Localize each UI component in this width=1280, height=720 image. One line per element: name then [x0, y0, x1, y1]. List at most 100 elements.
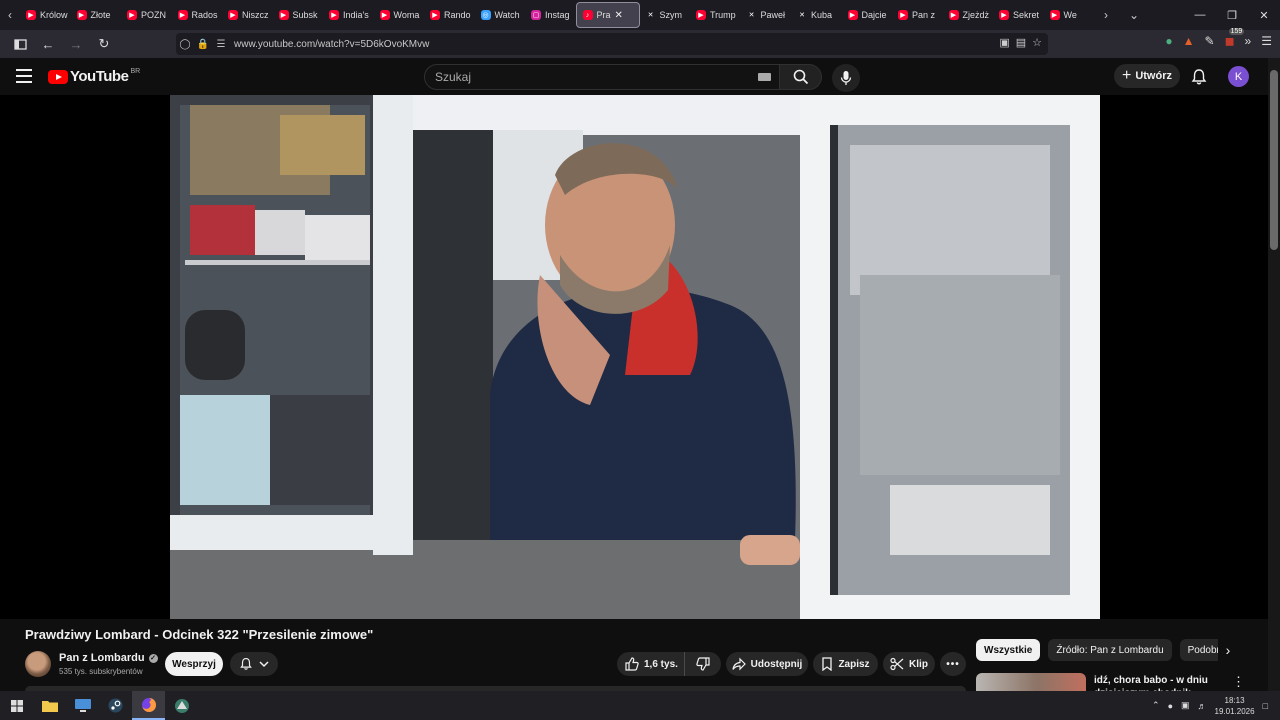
tracking-protection-icon[interactable]: ◯ — [176, 39, 194, 50]
voice-search-button[interactable] — [832, 64, 860, 92]
browser-tab[interactable]: ▶ Woma — [374, 2, 425, 28]
share-button[interactable]: Udostępnij — [726, 652, 808, 676]
notifications-center-icon[interactable]: □ — [1263, 701, 1268, 711]
like-button[interactable]: 1,6 tys. — [617, 652, 685, 676]
browser-tab[interactable]: ✕ Paweł — [741, 2, 792, 28]
browser-tab[interactable]: ▶ Królow — [20, 2, 71, 28]
tab-scroll-left-button[interactable]: ‹ — [0, 0, 20, 30]
bookmark-star-icon[interactable]: ☆ — [1032, 36, 1042, 49]
youtube-favicon-icon: ▶ — [999, 10, 1009, 20]
forward-button[interactable]: → — [64, 32, 88, 56]
tab-label: Zjeżdż — [962, 10, 990, 20]
browser-tab[interactable]: ▶ Dajcie — [842, 2, 893, 28]
youtube-favicon-icon: ▶ — [76, 10, 87, 20]
taskbar-steam[interactable] — [99, 691, 132, 720]
firefox-icon — [141, 697, 156, 712]
taskbar-firefox[interactable] — [132, 691, 165, 720]
recommendation-menu-icon[interactable]: ⋮ — [1232, 674, 1245, 690]
address-bar[interactable]: ◯ 🔒 ☰ www.youtube.com/watch?v=5D6kOvoKMv… — [176, 33, 1048, 55]
browser-tab[interactable]: ▶ Rados — [172, 2, 223, 28]
browser-tab-active[interactable]: ♪ Pra ✕ — [575, 2, 640, 28]
restore-button[interactable]: ❐ — [1216, 9, 1248, 22]
browser-tab[interactable]: ▶ Sekret — [993, 2, 1044, 28]
join-button[interactable]: Wesprzyj — [165, 652, 223, 676]
browser-tab[interactable]: ◎ Watch — [475, 2, 526, 28]
browser-tab[interactable]: ▶ Złote — [71, 2, 122, 28]
tab-scroll-right-button[interactable]: › — [1096, 0, 1116, 30]
chips-next-button[interactable]: › — [1220, 641, 1236, 659]
channel-name[interactable]: Pan z Lombardu — [59, 652, 145, 664]
search-input[interactable]: Szukaj — [424, 64, 780, 90]
clock[interactable]: 18:13 19.01.2026 — [1215, 695, 1255, 717]
video-player[interactable] — [0, 95, 1268, 619]
browser-tab[interactable]: ▶ POZN — [121, 2, 172, 28]
volume-icon[interactable]: ♬ — [1198, 701, 1207, 711]
keyboard-icon[interactable] — [758, 73, 771, 81]
taskbar-remote-desktop[interactable] — [66, 691, 99, 720]
permissions-icon[interactable]: ☰ — [212, 39, 230, 50]
sidebar-toggle-icon[interactable] — [8, 32, 32, 56]
filter-chip[interactable]: Wszystkie — [976, 639, 1041, 661]
create-button[interactable]: + Utwórz — [1114, 64, 1180, 88]
youtube-play-icon — [48, 69, 68, 84]
video-frame[interactable] — [170, 95, 1100, 619]
account-avatar[interactable]: K — [1228, 66, 1249, 87]
browser-tab[interactable]: ▶ Rando — [424, 2, 475, 28]
vpn-shield-icon[interactable]: ● — [1165, 34, 1172, 48]
tab-list-dropdown-button[interactable]: ⌄ — [1124, 0, 1144, 30]
lock-icon[interactable]: 🔒 — [194, 39, 212, 50]
browser-tab[interactable]: ▶ Zjeżdż — [943, 2, 994, 28]
tab-close-icon[interactable]: ✕ — [615, 10, 623, 21]
youtube-favicon-icon: ▶ — [177, 10, 188, 20]
clock-date: 19.01.2026 — [1214, 706, 1255, 716]
reader-view-icon[interactable]: ▤ — [1016, 36, 1026, 49]
back-button[interactable]: ← — [36, 32, 60, 56]
browser-tab[interactable]: ▶ Subsk — [273, 2, 324, 28]
page-scrollbar[interactable] — [1268, 58, 1280, 691]
browser-tab[interactable]: ▶ Niszcz — [222, 2, 273, 28]
tab-label: Złote — [90, 10, 111, 20]
browser-tab[interactable]: ▶ Pan z — [892, 2, 943, 28]
like-dislike-group: 1,6 tys. — [617, 652, 721, 676]
scrollbar-thumb[interactable] — [1270, 70, 1278, 250]
microphone-tray-icon[interactable]: ● — [1168, 701, 1173, 711]
more-actions-button[interactable]: ••• — [940, 652, 966, 676]
filter-chip[interactable]: Źródło: Pan z Lombardu — [1048, 639, 1172, 661]
browser-tab[interactable]: ▢ Instag — [525, 2, 576, 28]
notifications-bell-icon[interactable] — [1190, 68, 1208, 86]
channel-avatar[interactable] — [25, 651, 51, 677]
taskbar-file-explorer[interactable] — [33, 691, 66, 720]
recommendation-thumbnail[interactable] — [976, 673, 1086, 691]
extensions-puzzle-icon[interactable]: ✎ — [1205, 34, 1215, 48]
close-window-button[interactable]: ✕ — [1248, 9, 1280, 22]
tray-overflow-icon[interactable]: ⌃ — [1152, 700, 1160, 711]
picture-in-picture-icon[interactable]: ▣ — [999, 36, 1009, 49]
search-button[interactable] — [780, 64, 822, 90]
taskbar-app-browser[interactable] — [165, 691, 198, 720]
reload-button[interactable]: ↻ — [92, 32, 116, 56]
country-code: BR — [130, 68, 141, 75]
url-text[interactable]: www.youtube.com/watch?v=5D6kOvoKMvw — [234, 39, 429, 50]
subscriber-count: 535 tys. subskrybentów — [59, 667, 143, 676]
network-icon[interactable]: ▣ — [1181, 700, 1190, 711]
subscription-notifications-button[interactable] — [230, 652, 278, 676]
youtube-logo[interactable]: YouTube BR — [48, 68, 140, 85]
save-button[interactable]: Zapisz — [813, 652, 878, 676]
minimize-button[interactable]: — — [1184, 9, 1216, 21]
recommendation-title[interactable]: idź, chora babo - w dniu dzisiejszym cho… — [1094, 674, 1224, 691]
browser-tab[interactable]: ▶ India's — [323, 2, 374, 28]
dislike-button[interactable] — [685, 657, 721, 671]
ublock-icon[interactable]: ◼ 159 — [1225, 28, 1245, 48]
filter-chip[interactable]: Podobne — [1179, 639, 1218, 661]
browser-tab[interactable]: ✕ Szym — [640, 2, 691, 28]
browser-tab[interactable]: ✕ Kuba — [791, 2, 842, 28]
app-menu-icon[interactable]: ☰ — [1261, 34, 1272, 48]
browser-tab[interactable]: ▶ Trump — [690, 2, 741, 28]
overflow-chevrons-icon[interactable]: » — [1245, 34, 1252, 48]
start-button[interactable] — [0, 691, 33, 720]
guide-menu-icon[interactable] — [16, 69, 32, 83]
extension-fox-icon[interactable]: ▲ — [1183, 34, 1195, 48]
browser-tab[interactable]: ▶ We — [1044, 2, 1095, 28]
video-title: Prawdziwy Lombard - Odcinek 322 "Przesil… — [25, 627, 374, 642]
clip-button[interactable]: Klip — [883, 652, 935, 676]
